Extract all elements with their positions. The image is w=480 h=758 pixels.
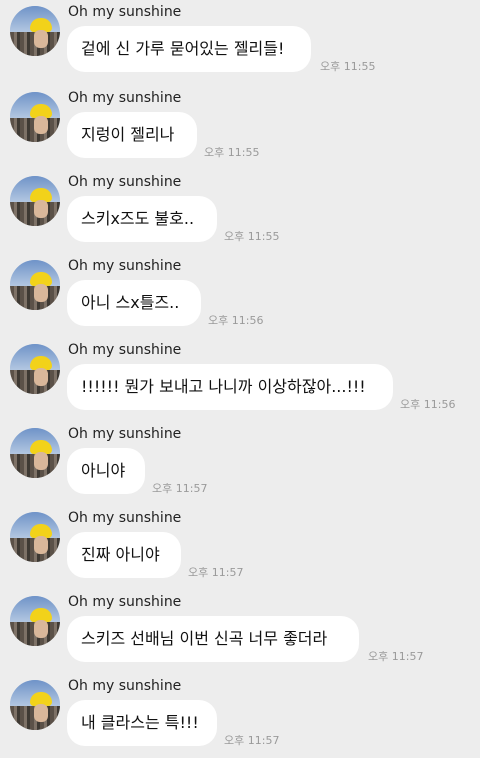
message-bubble[interactable]: 스키즈 선배님 이번 신곡 너무 좋더라 xyxy=(67,616,359,662)
message-group: Oh my sunshine 아니야 오후 11:57 xyxy=(0,422,480,506)
message-group: Oh my sunshine 진짜 아니야 오후 11:57 xyxy=(0,506,480,590)
sender-name: Oh my sunshine xyxy=(68,594,182,610)
avatar[interactable] xyxy=(10,428,60,478)
message-time: 오후 11:55 xyxy=(320,60,376,73)
message-time: 오후 11:57 xyxy=(224,734,280,747)
sender-name: Oh my sunshine xyxy=(68,426,182,442)
message-group: Oh my sunshine 스키x즈도 불호.. 오후 11:55 xyxy=(0,170,480,254)
message-bubble[interactable]: 스키x즈도 불호.. xyxy=(67,196,217,242)
sender-name: Oh my sunshine xyxy=(68,678,182,694)
avatar[interactable] xyxy=(10,176,60,226)
avatar[interactable] xyxy=(10,92,60,142)
avatar[interactable] xyxy=(10,512,60,562)
message-time: 오후 11:55 xyxy=(204,146,260,159)
avatar[interactable] xyxy=(10,260,60,310)
sender-name: Oh my sunshine xyxy=(68,510,182,526)
message-time: 오후 11:56 xyxy=(208,314,264,327)
message-bubble[interactable]: 겉에 신 가루 묻어있는 젤리들! xyxy=(67,26,311,72)
message-group: Oh my sunshine 아니 스x틀즈.. 오후 11:56 xyxy=(0,254,480,338)
message-bubble[interactable]: 지렁이 젤리나 xyxy=(67,112,197,158)
avatar[interactable] xyxy=(10,680,60,730)
sender-name: Oh my sunshine xyxy=(68,4,182,20)
chat-log: Oh my sunshine 겉에 신 가루 묻어있는 젤리들! 오후 11:5… xyxy=(0,0,480,758)
message-group: Oh my sunshine 지렁이 젤리나 오후 11:55 xyxy=(0,86,480,170)
avatar[interactable] xyxy=(10,596,60,646)
sender-name: Oh my sunshine xyxy=(68,90,182,106)
sender-name: Oh my sunshine xyxy=(68,342,182,358)
message-group: Oh my sunshine 겉에 신 가루 묻어있는 젤리들! 오후 11:5… xyxy=(0,0,480,84)
message-group: Oh my sunshine 스키즈 선배님 이번 신곡 너무 좋더라 오후 1… xyxy=(0,590,480,674)
message-time: 오후 11:57 xyxy=(368,650,424,663)
message-time: 오후 11:55 xyxy=(224,230,280,243)
avatar[interactable] xyxy=(10,6,60,56)
avatar[interactable] xyxy=(10,344,60,394)
message-bubble[interactable]: 아니 스x틀즈.. xyxy=(67,280,201,326)
sender-name: Oh my sunshine xyxy=(68,174,182,190)
sender-name: Oh my sunshine xyxy=(68,258,182,274)
message-group: Oh my sunshine 내 클라스는 특!!! 오후 11:57 xyxy=(0,674,480,758)
message-time: 오후 11:57 xyxy=(152,482,208,495)
message-time: 오후 11:57 xyxy=(188,566,244,579)
message-bubble[interactable]: 내 클라스는 특!!! xyxy=(67,700,217,746)
message-time: 오후 11:56 xyxy=(400,398,456,411)
message-bubble[interactable]: 아니야 xyxy=(67,448,145,494)
message-bubble[interactable]: 진짜 아니야 xyxy=(67,532,181,578)
message-group: Oh my sunshine !!!!!! 뭔가 보내고 나니까 이상하잖아..… xyxy=(0,338,480,422)
message-bubble[interactable]: !!!!!! 뭔가 보내고 나니까 이상하잖아...!!! xyxy=(67,364,393,410)
